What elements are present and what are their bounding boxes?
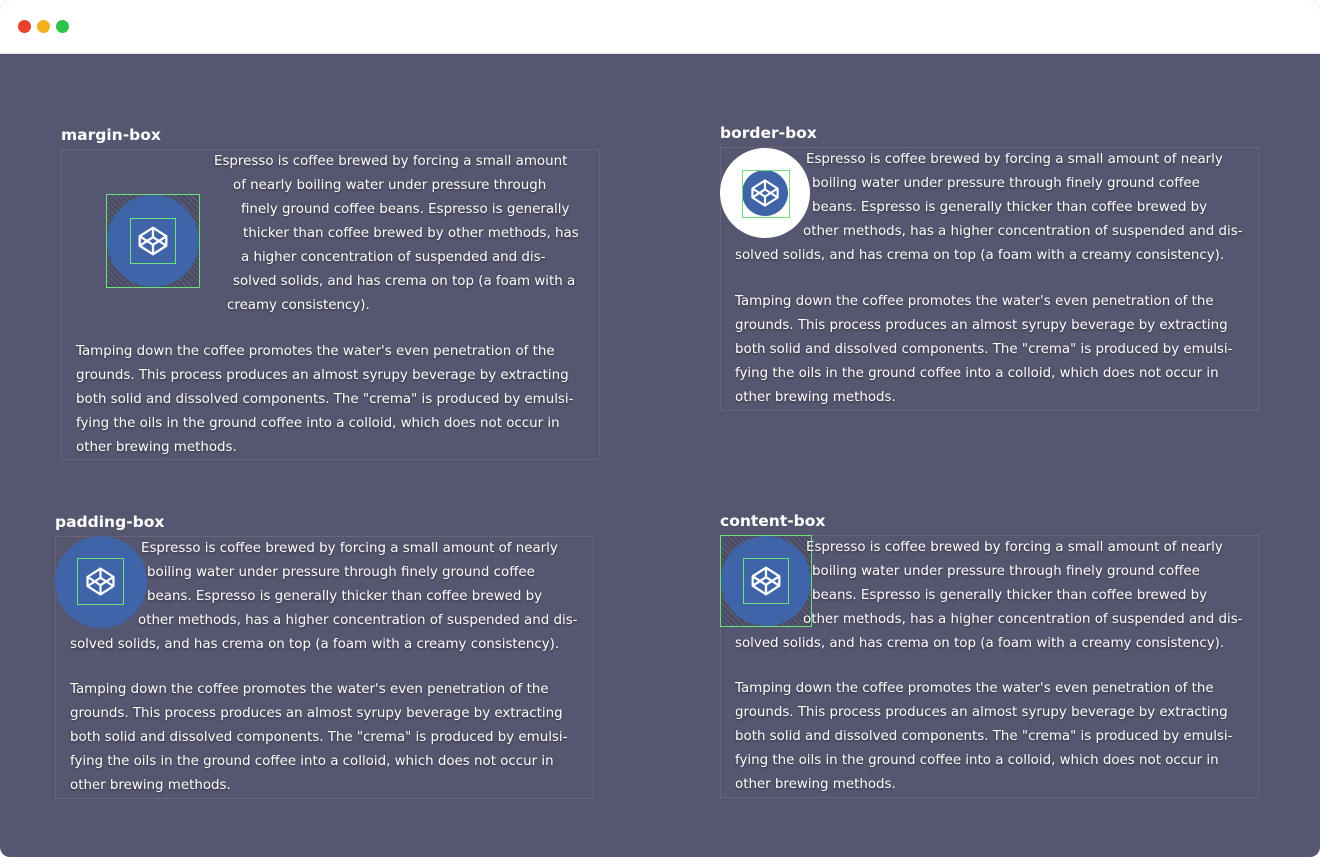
padding-box-paragraph-2: Tamping down the coffee promotes the wat… bbox=[70, 682, 568, 793]
close-window-button[interactable] bbox=[18, 20, 31, 33]
content-box-paragraph-2: Tamping down the coffee promotes the wat… bbox=[735, 681, 1233, 792]
browser-window: margin-box Espresso is coffee brewed by … bbox=[0, 0, 1320, 857]
section-title-padding-box: padding-box bbox=[55, 513, 165, 531]
window-titlebar bbox=[0, 0, 1320, 54]
margin-box-paragraph-2: Tamping down the coffee promotes the wat… bbox=[76, 344, 574, 455]
border-box-paragraph-2: Tamping down the coffee promotes the wat… bbox=[735, 294, 1233, 405]
section-title-margin-box: margin-box bbox=[61, 126, 161, 144]
section-title-content-box: content-box bbox=[720, 512, 826, 530]
minimize-window-button[interactable] bbox=[37, 20, 50, 33]
content-box-paragraph-1: Espresso is coffee brewed by forcing a s… bbox=[735, 540, 1243, 651]
section-title-border-box: border-box bbox=[720, 124, 817, 142]
border-box-paragraph-1: Espresso is coffee brewed by forcing a s… bbox=[735, 152, 1243, 263]
maximize-window-button[interactable] bbox=[56, 20, 69, 33]
